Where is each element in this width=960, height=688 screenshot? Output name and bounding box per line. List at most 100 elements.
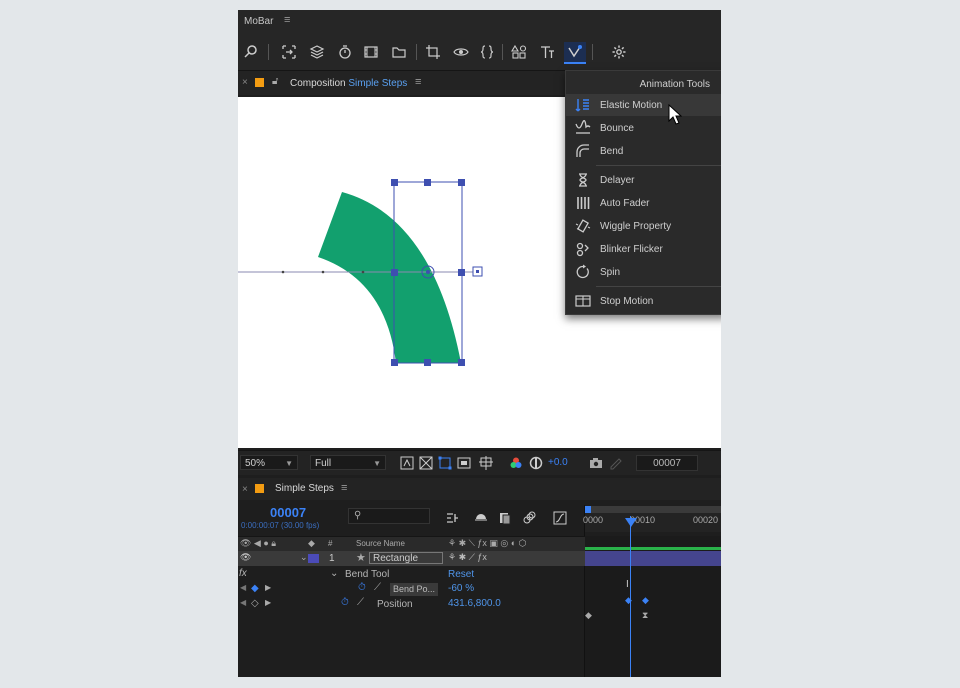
expand-chevron-icon[interactable]: ⌄ [330, 568, 338, 579]
search-tool-button[interactable] [240, 42, 262, 62]
exposure-value[interactable]: +0.0 [548, 457, 568, 468]
lock-icon[interactable]: 🔓︎ [272, 76, 278, 87]
layer-name-field[interactable]: Rectangle [369, 552, 443, 564]
transparency-grid-button[interactable] [418, 455, 434, 471]
bend-property-name[interactable]: Bend Po... [390, 583, 438, 596]
menu-item-delayer[interactable]: Delayer [566, 169, 721, 191]
region-of-interest-button[interactable] [456, 455, 472, 471]
effect-fx-icon[interactable]: fx [239, 568, 247, 579]
position-property-row[interactable]: ◀ ◇ ▶ ⏱︎ ⟋ Position 431.6,800.0 [238, 597, 585, 612]
show-snapshot-button[interactable] [608, 455, 624, 471]
av-switches-header: 👁︎ ◀︎ ● 🔒︎ [240, 538, 277, 548]
visibility-toggle-icon[interactable]: 👁︎ [240, 552, 251, 563]
layer-search-input[interactable]: ⚲ [348, 508, 430, 524]
keyframe-toggle-icon[interactable]: ◆ [251, 583, 259, 594]
shapes-button[interactable] [508, 42, 530, 62]
tab-menu-icon[interactable]: ≡ [415, 76, 421, 88]
keyframe-icon[interactable]: ◆ [585, 610, 592, 621]
timeline-tab-name: Simple Steps [275, 483, 334, 494]
playhead-handle[interactable] [625, 518, 637, 527]
layers-button[interactable] [306, 42, 328, 62]
timeline-tracks[interactable]: I ◆ ◆ ◆ ⧗ [585, 536, 721, 677]
playhead-line[interactable] [630, 516, 631, 677]
snapshot-button[interactable] [588, 455, 604, 471]
stopwatch-icon[interactable]: ⏱︎ [341, 597, 349, 608]
work-area-bar[interactable] [585, 506, 721, 513]
bent-rectangle-shape[interactable] [318, 192, 461, 363]
bend-property-value[interactable]: -60 % [448, 583, 474, 594]
auto-fader-icon [577, 197, 590, 209]
flowchart-icon [447, 513, 458, 523]
effect-reset-link[interactable]: Reset [448, 569, 474, 580]
next-keyframe-icon[interactable]: ▶ [265, 598, 271, 607]
visibility-button[interactable] [450, 42, 472, 62]
frame-blending-button[interactable] [497, 510, 513, 526]
keyframe-icon[interactable]: ◆ [642, 595, 649, 606]
composition-tab[interactable]: × 🔓︎ Composition Simple Steps ≡ [238, 71, 568, 95]
stop-motion-icon [575, 295, 591, 307]
app-title: MoBar [244, 16, 274, 27]
close-icon[interactable]: × [242, 484, 248, 495]
shy-icon [475, 514, 487, 521]
layer-row[interactable]: 👁︎ ⌄ 1 ★ Rectangle ⚘ ✱ ⟋ ƒx [238, 551, 585, 566]
timer-button[interactable] [334, 42, 356, 62]
source-name-header[interactable]: Source Name [356, 539, 405, 548]
keyframe-icon[interactable]: ⧗ [642, 610, 648, 621]
stopwatch-icon[interactable]: ⏱︎ [358, 582, 366, 593]
render-button[interactable] [360, 42, 382, 62]
composition-name[interactable]: Simple Steps [348, 78, 407, 89]
position-property-value[interactable]: 431.6,800.0 [448, 598, 501, 609]
keyframe-toggle-icon[interactable]: ◇ [251, 598, 259, 609]
layer-switches[interactable]: ⚘ ✱ ⟋ ƒx [448, 552, 487, 563]
exposure-icon [529, 456, 543, 470]
shy-layers-button[interactable] [473, 510, 489, 526]
current-frame-field[interactable]: 00007 [636, 455, 698, 471]
next-keyframe-icon[interactable]: ▶ [265, 583, 271, 592]
time-ruler[interactable]: 0000 00010 00020 [583, 506, 721, 532]
current-timecode[interactable]: 00007 [270, 505, 306, 520]
menu-item-stop-motion[interactable]: Stop Motion [566, 290, 721, 312]
settings-button[interactable] [608, 42, 630, 62]
crop-button[interactable] [422, 42, 444, 62]
mask-visibility-button[interactable] [437, 455, 453, 471]
switches-header: ⚘ ✱ ⟍ ƒx ▣ ◎ ◐ ⬡ [448, 538, 527, 548]
ruler-label: 0000 [583, 515, 604, 525]
timeline-tab[interactable]: × Simple Steps ≡ [238, 478, 721, 500]
graph-icon[interactable]: ⟋ [357, 597, 364, 608]
guides-button[interactable] [478, 455, 494, 471]
panel-menu-icon[interactable]: ≡ [284, 14, 290, 26]
animation-tools-button[interactable] [564, 42, 586, 64]
magnification-dropdown[interactable]: 50% ▼ [240, 455, 298, 470]
graph-icon[interactable]: ⟋ [374, 582, 381, 593]
prev-keyframe-icon[interactable]: ◀ [240, 598, 246, 607]
graph-editor-button[interactable] [552, 510, 568, 526]
chevron-down-icon: ▼ [285, 459, 293, 468]
layer-label-color[interactable] [308, 554, 319, 563]
resolution-dropdown[interactable]: Full ▼ [310, 455, 386, 470]
menu-item-wiggle-property[interactable]: Wiggle Property [566, 215, 721, 237]
fast-preview-button[interactable] [399, 455, 415, 471]
menu-item-bend[interactable]: Bend [566, 140, 721, 162]
expressions-button[interactable] [476, 42, 498, 62]
text-button[interactable] [536, 42, 558, 62]
menu-item-bounce[interactable]: Bounce [566, 117, 721, 139]
bend-property-row[interactable]: ◀ ◆ ▶ ⏱︎ ⟋ Bend Po... -60 % [238, 582, 585, 597]
camera-icon [590, 458, 602, 468]
menu-item-blinker-flicker[interactable]: Blinker Flicker [566, 238, 721, 260]
effect-row[interactable]: fx ⌄ Bend Tool Reset [238, 567, 585, 582]
menu-item-elastic-motion[interactable]: Elastic Motion [566, 94, 721, 116]
menu-item-spin[interactable]: Spin [566, 261, 721, 283]
film-icon [364, 46, 378, 58]
expand-chevron-icon[interactable]: ⌄ [300, 552, 308, 563]
prev-keyframe-icon[interactable]: ◀ [240, 583, 246, 592]
channels-button[interactable] [508, 455, 524, 471]
motion-blur-button[interactable] [521, 510, 537, 526]
precompose-button[interactable] [278, 42, 300, 62]
reset-exposure-button[interactable] [528, 455, 544, 471]
close-icon[interactable]: × [242, 77, 248, 88]
folder-button[interactable] [388, 42, 410, 62]
composition-flowchart-button[interactable] [444, 510, 460, 526]
menu-item-auto-fader[interactable]: Auto Fader [566, 192, 721, 214]
tab-menu-icon[interactable]: ≡ [341, 482, 347, 494]
layer-duration-bar[interactable] [585, 551, 721, 566]
